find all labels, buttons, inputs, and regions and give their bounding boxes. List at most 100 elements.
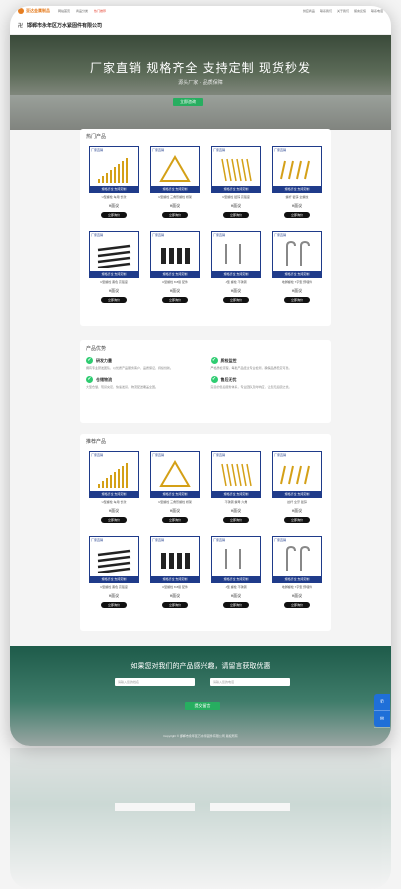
nav-hot[interactable]: 热门推荐 (94, 9, 106, 13)
product-name[interactable]: U型螺栓 车用 长款 (89, 500, 139, 504)
inquire-button[interactable]: 立即询价 (284, 602, 310, 608)
product-name[interactable]: U型螺栓 黑色 高强度 (89, 280, 139, 284)
copyright-text: Copyright © 邯郸市永年区万水紧固件有限公司 版权所有 (163, 734, 238, 738)
hot-products-grid: 厂家直销 规格齐全 支持定制 U型螺栓 车用 长款 ¥面议 立即询价 厂家直销 规格齐全 支… (80, 144, 331, 314)
hero-title: 厂家直销 规格齐全 支持定制 现货秒发 (89, 61, 311, 75)
product-art (159, 155, 191, 182)
name-input[interactable]: 请输入您的姓名 (115, 678, 195, 686)
thumb-bar: 规格齐全 支持定制 (151, 576, 199, 582)
product-name[interactable]: U型螺栓 三角形螺栓 桥架 (150, 195, 200, 199)
product-card[interactable]: 厂家直销 规格齐全 支持定制 J型 螺栓 不锈钢 ¥面议 立即询价 (211, 534, 261, 619)
product-name[interactable]: J型 螺栓 不锈钢 (211, 585, 261, 589)
inquire-button[interactable]: 立即询价 (223, 297, 249, 303)
product-name[interactable]: U型螺栓 8.8级 配件 (150, 280, 200, 284)
product-art (286, 240, 310, 266)
thumb-tag: 厂家直销 (274, 453, 287, 457)
product-card[interactable]: 厂家直销 规格齐全 支持定制 U型螺栓 镀锌 高强度 ¥面议立即询价 (211, 144, 261, 229)
site-logo[interactable]: 亚达金属制品 (18, 8, 50, 14)
product-image[interactable]: 厂家直销 规格齐全 支持定制 (272, 146, 322, 193)
side-contact-bar: ✆ ✉ (374, 694, 390, 728)
inquire-button[interactable]: 立即询价 (101, 212, 127, 218)
link-phone[interactable]: 联系电话 (371, 9, 383, 13)
nav-categories[interactable]: 商品分类 (76, 9, 88, 13)
advantage-desc: 完善的售后服务体系，专业团队及时响应，让您无后顾之忧。 (210, 385, 292, 389)
product-name[interactable]: U型螺栓 镀锌 高强度 (211, 195, 261, 199)
inquire-button[interactable]: 立即询价 (284, 297, 310, 303)
advantage-desc: 拥有专业研发团队，以优质产品服务客户，品质保证，持续创新。 (86, 366, 174, 370)
product-image[interactable]: 厂家直销 规格齐全 支持定制 (272, 536, 322, 583)
product-price: ¥面议 (230, 203, 242, 208)
mail-icon[interactable]: ✉ (374, 711, 390, 728)
thumb-bar: 规格齐全 支持定制 (273, 271, 321, 277)
product-image[interactable]: 厂家直销 规格齐全 支持定制 (150, 231, 200, 278)
product-card[interactable]: 厂家直销 规格齐全 支持定制 U型螺栓 三角形螺栓 桥架 ¥面议 立即询价 (150, 144, 200, 229)
hot-products-section: 热门产品 厂家直销 规格齐全 支持定制 U型螺栓 车用 长款 ¥面议 立即询价 厂家直销规… (80, 129, 331, 326)
product-name[interactable]: U型螺栓 车用 长款 (89, 195, 139, 199)
hero-banner: 厂家直销 规格齐全 支持定制 现货秒发 源头厂家 · 品质保障 立即咨询 (10, 35, 391, 130)
product-image[interactable]: 厂家直销 规格齐全 支持定制 (211, 231, 261, 278)
product-image[interactable]: 厂家直销 规格齐全 支持定制 (272, 231, 322, 278)
product-image[interactable]: 厂家直销 规格齐全 支持定制 (150, 536, 200, 583)
inquire-button[interactable]: 立即询价 (223, 602, 249, 608)
product-art (161, 248, 190, 264)
hero-subtitle: 源头厂家 · 品质保障 (178, 80, 223, 86)
product-card[interactable]: 厂家直销 规格齐全 支持定制 螺杆 镀锌 全螺纹 ¥面议 立即询价 (272, 144, 322, 229)
product-card[interactable]: 厂家直销 规格齐全 支持定制 J型 螺栓 不锈钢 ¥面议 立即询价 (211, 229, 261, 314)
inquire-button[interactable]: 立即询价 (284, 517, 310, 523)
product-card[interactable]: 厂家直销 规格齐全 支持定制 U型螺栓 黑色 高强度 ¥面议 立即询价 (89, 229, 139, 314)
product-name[interactable]: 地脚螺栓 7字型 预埋件 (272, 585, 322, 589)
submit-button[interactable]: 提交留言 (185, 702, 220, 710)
product-name[interactable]: 地脚螺栓 7字型 预埋件 (272, 280, 322, 284)
product-card[interactable]: 厂家直销 规格齐全 支持定制 地脚螺栓 7字型 预埋件 ¥面议 立即询价 (272, 229, 322, 314)
product-image[interactable]: 厂家直销 规格齐全 支持定制 (150, 146, 200, 193)
recommend-products-grid: 厂家直销 规格齐全 支持定制 U型螺栓 车用 长款 ¥面议 立即询价 厂家直销 规格齐全 支… (80, 449, 331, 619)
product-image[interactable]: 厂家直销 规格齐全 支持定制 (89, 451, 139, 498)
product-name[interactable]: U型螺栓 三角形螺栓 桥架 (150, 500, 200, 504)
inquire-button[interactable]: 立即询价 (162, 297, 188, 303)
product-image[interactable]: 厂家直销 规格齐全 支持定制 (89, 231, 139, 278)
product-card[interactable]: 厂家直销 规格齐全 支持定制 U型螺栓 车用 长款 ¥面议 立即询价 (89, 144, 139, 229)
product-image[interactable]: 厂家直销 规格齐全 支持定制 (272, 451, 322, 498)
link-feedback[interactable]: 留言反馈 (354, 9, 366, 13)
product-image[interactable]: 厂家直销 规格齐全 支持定制 (150, 451, 200, 498)
product-card[interactable]: 厂家直销 规格齐全 支持定制 地脚螺栓 7字型 预埋件 ¥面议 立即询价 (272, 534, 322, 619)
product-image[interactable]: 厂家直销 规格齐全 支持定制 (211, 146, 261, 193)
product-card[interactable]: 厂家直销 规格齐全 支持定制 丝杆 全牙 镀锌 ¥面议 立即询价 (272, 449, 322, 534)
nav-home[interactable]: 网站首页 (58, 9, 70, 13)
product-card[interactable]: 厂家直销 规格齐全 支持定制 U型螺栓 黑色 高强度 ¥面议 立即询价 (89, 534, 139, 619)
link-supply[interactable]: 供应商品 (303, 9, 315, 13)
inquire-button[interactable]: 立即询价 (223, 517, 249, 523)
link-about[interactable]: 关于我们 (337, 9, 349, 13)
product-name[interactable]: 丝杆 全牙 镀锌 (272, 500, 322, 504)
hero-cta-button[interactable]: 立即咨询 (173, 98, 203, 106)
inquire-button[interactable]: 立即询价 (223, 212, 249, 218)
inquire-button[interactable]: 立即询价 (162, 602, 188, 608)
inquire-button[interactable]: 立即询价 (101, 517, 127, 523)
footer-question: 如果您对我们的产品感兴趣，请留言获取优惠 (130, 663, 271, 670)
product-card[interactable]: 厂家直销 规格齐全 支持定制 U型螺栓 8.8级 配件 ¥面议 立即询价 (150, 229, 200, 314)
product-name[interactable]: U型螺栓 黑色 高强度 (89, 585, 139, 589)
inquire-button[interactable]: 立即询价 (101, 602, 127, 608)
product-image[interactable]: 厂家直销 规格齐全 支持定制 (211, 451, 261, 498)
product-name[interactable]: J型 螺栓 不锈钢 (211, 280, 261, 284)
inquire-button[interactable]: 立即询价 (162, 517, 188, 523)
product-card[interactable]: 厂家直销 规格齐全 支持定制 U型螺栓 车用 长款 ¥面议 立即询价 (89, 449, 139, 534)
product-image[interactable]: 厂家直销 规格齐全 支持定制 (211, 536, 261, 583)
phone-icon[interactable]: ✆ (374, 694, 390, 711)
link-contact[interactable]: 联系我们 (320, 9, 332, 13)
product-name[interactable]: 螺杆 镀锌 全螺纹 (272, 195, 322, 199)
product-name[interactable]: U型螺栓 8.8级 配件 (150, 585, 200, 589)
check-icon: ✓ (210, 357, 218, 364)
product-image[interactable]: 厂家直销 规格齐全 支持定制 (89, 536, 139, 583)
product-card[interactable]: 厂家直销 规格齐全 支持定制 U型螺栓 8.8级 配件 ¥面议 立即询价 (150, 534, 200, 619)
product-card[interactable]: 厂家直销 规格齐全 支持定制 不锈钢 螺母 六角 ¥面议 立即询价 (211, 449, 261, 534)
inquire-button[interactable]: 立即询价 (101, 297, 127, 303)
product-art (225, 244, 241, 264)
inquire-button[interactable]: 立即询价 (162, 212, 188, 218)
product-name[interactable]: 不锈钢 螺母 六角 (211, 500, 261, 504)
product-image[interactable]: 厂家直销 规格齐全 支持定制 (89, 146, 139, 193)
inquire-button[interactable]: 立即询价 (284, 212, 310, 218)
phone-input[interactable]: 请输入您的电话 (210, 678, 290, 686)
check-icon: ✓ (86, 357, 93, 364)
product-card[interactable]: 厂家直销 规格齐全 支持定制 U型螺栓 三角形螺栓 桥架 ¥面议 立即询价 (150, 449, 200, 534)
